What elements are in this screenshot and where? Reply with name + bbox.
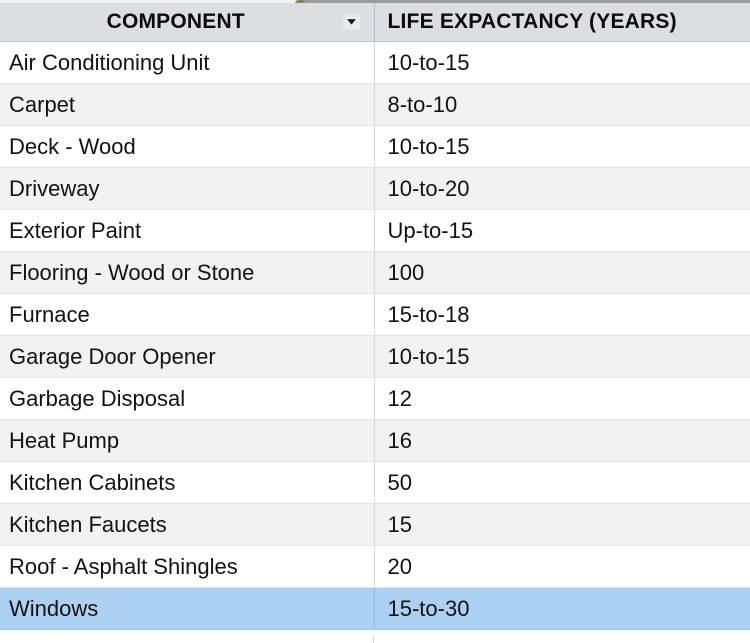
cell-life-expectancy[interactable]: 100 [374, 251, 750, 294]
table-row[interactable]: Heat Pump 16 [0, 419, 750, 462]
table-row[interactable]: Driveway 10-to-20 [0, 167, 750, 210]
table-bottom-partial-row [0, 635, 750, 643]
column-header-component[interactable]: COMPONENT [0, 3, 375, 42]
cell-component[interactable]: Garage Door Opener [0, 335, 375, 378]
cell-life-expectancy[interactable]: 10-to-15 [374, 335, 750, 378]
column-header-component-label: COMPONENT [106, 10, 245, 33]
table-row[interactable]: Carpet 8-to-10 [0, 83, 750, 126]
chevron-down-icon[interactable] [342, 14, 360, 30]
table-header: COMPONENT LIFE EXPACTANCY (YEARS) [0, 3, 750, 42]
cell-component[interactable]: Roof - Asphalt Shingles [0, 545, 375, 588]
cell-component[interactable]: Deck - Wood [0, 125, 375, 168]
cell-component[interactable]: Kitchen Cabinets [0, 461, 375, 504]
table-row[interactable]: Air Conditioning Unit 10-to-15 [0, 41, 750, 84]
cell-component[interactable]: Exterior Paint [0, 209, 375, 252]
cell-component[interactable]: Furnace [0, 293, 375, 336]
table-row[interactable]: Roof - Asphalt Shingles 20 [0, 545, 750, 588]
cell-life-expectancy[interactable]: 10-to-15 [374, 41, 750, 84]
cell-life-expectancy[interactable]: 8-to-10 [374, 83, 750, 126]
cell-component[interactable]: Air Conditioning Unit [0, 41, 375, 84]
cell-component[interactable]: Kitchen Faucets [0, 503, 375, 546]
cell-component[interactable]: Garbage Disposal [0, 377, 375, 420]
table-row[interactable]: Exterior Paint Up-to-15 [0, 209, 750, 252]
column-header-life-expectancy-label: LIFE EXPACTANCY (YEARS) [387, 10, 677, 33]
cell-life-expectancy[interactable]: 15 [374, 503, 750, 546]
spreadsheet-table-view: COMPONENT LIFE EXPACTANCY (YEARS) Air Co… [0, 0, 750, 643]
cell-life-expectancy[interactable]: 15-to-30 [374, 587, 750, 630]
table-row[interactable]: Flooring - Wood or Stone 100 [0, 251, 750, 294]
cell-component[interactable]: Windows [0, 587, 375, 630]
table-row[interactable]: Windows 15-to-30 [0, 587, 750, 630]
cell-life-expectancy[interactable]: 16 [374, 419, 750, 462]
cell-life-expectancy[interactable]: 12 [374, 377, 750, 420]
column-header-life-expectancy-inner: LIFE EXPACTANCY (YEARS) [375, 3, 750, 41]
table-header-row: COMPONENT LIFE EXPACTANCY (YEARS) [0, 3, 750, 42]
cell-life-expectancy[interactable]: Up-to-15 [374, 209, 750, 252]
table-row[interactable]: Furnace 15-to-18 [0, 293, 750, 336]
column-header-life-expectancy[interactable]: LIFE EXPACTANCY (YEARS) [374, 3, 750, 42]
cell-component[interactable]: Heat Pump [0, 419, 375, 462]
column-divider [373, 635, 374, 643]
cell-life-expectancy[interactable]: 50 [374, 461, 750, 504]
cell-life-expectancy[interactable]: 10-to-15 [374, 125, 750, 168]
cell-component[interactable]: Driveway [0, 167, 375, 210]
cell-life-expectancy[interactable]: 20 [374, 545, 750, 588]
table-row[interactable]: Deck - Wood 10-to-15 [0, 125, 750, 168]
cell-component[interactable]: Flooring - Wood or Stone [0, 251, 375, 294]
table-row[interactable]: Kitchen Cabinets 50 [0, 461, 750, 504]
table-body: Air Conditioning Unit 10-to-15 Carpet 8-to-… [0, 41, 750, 630]
cell-life-expectancy[interactable]: 10-to-20 [374, 167, 750, 210]
cell-life-expectancy[interactable]: 15-to-18 [374, 293, 750, 336]
table-row[interactable]: Garbage Disposal 12 [0, 377, 750, 420]
data-table: COMPONENT LIFE EXPACTANCY (YEARS) Air Co… [0, 3, 750, 630]
column-header-component-inner: COMPONENT [0, 3, 374, 41]
table-row[interactable]: Kitchen Faucets 15 [0, 503, 750, 546]
table-row[interactable]: Garage Door Opener 10-to-15 [0, 335, 750, 378]
cell-component[interactable]: Carpet [0, 83, 375, 126]
